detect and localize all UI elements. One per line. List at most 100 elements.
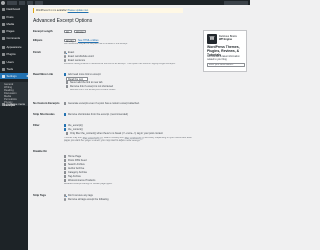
- filter-content-checkbox[interactable]: [64, 128, 67, 131]
- finish-exact-radio[interactable]: [64, 51, 68, 55]
- new-content-menu[interactable]: [35, 0, 43, 5]
- disable-tag-archive-checkbox[interactable]: [64, 175, 67, 178]
- page-icon: [2, 29, 5, 33]
- strip-tags-label: Strip Tags: [33, 194, 46, 197]
- strip-shortcodes-text: Remove shortcodes from the excerpt. (rec…: [68, 113, 129, 116]
- excerpt-length-label: Excerpt Length: [33, 30, 53, 33]
- sidebar-item-posts[interactable]: Posts: [0, 14, 28, 20]
- sidebar-item-label: Settings: [6, 73, 17, 78]
- sidebar-item-settings[interactable]: Settings: [0, 73, 28, 79]
- disable-option-label: Tag Archive: [68, 175, 81, 178]
- strip-tags-none-radio[interactable]: [64, 194, 68, 198]
- disable-on-description: Disables excerpt filtering for certain p…: [64, 183, 113, 185]
- excerpt-length-input[interactable]: 40: [64, 29, 72, 33]
- sidebar-item-appearance[interactable]: Appearance: [0, 44, 28, 50]
- brand-logo-icon: W: [207, 34, 217, 44]
- finish-option-label: Exact word/whole word: [68, 55, 94, 58]
- disable-option-label: Author Archive: [68, 167, 85, 170]
- sidebar-item-tools[interactable]: Tools: [0, 66, 28, 72]
- read-more-description: Remove link if the whole post content sh…: [70, 89, 116, 91]
- widget-text: Get tutorials & latest information relat…: [207, 56, 240, 61]
- admin-bar: [0, 0, 250, 5]
- sidebar-item-label: Appearance: [6, 44, 22, 49]
- filter-no-break-checkbox[interactable]: [66, 132, 69, 135]
- disable-woocommerce-products-checkbox[interactable]: [64, 179, 67, 182]
- page-title: Advanced Excerpt Options: [33, 18, 93, 24]
- disable-option-label: Category Archive: [68, 171, 88, 174]
- strip-tags-except-radio[interactable]: [64, 198, 67, 201]
- account-menu[interactable]: [224, 0, 248, 5]
- excerpt-length-unit-select[interactable]: Words: [74, 29, 86, 33]
- new-tab-label: Never add the link to new tab: [70, 81, 103, 84]
- wordpress-logo-icon[interactable]: [1, 0, 5, 5]
- sidebar-item-label: Dashboard: [6, 6, 21, 11]
- finish-label: Finish: [33, 51, 41, 54]
- sidebar-item-label: Media: [6, 21, 15, 26]
- sidebar-item-pages[interactable]: Pages: [0, 28, 28, 34]
- strip-shortcodes-checkbox[interactable]: [64, 113, 67, 116]
- finish-description: Prevents cutting a word or sentence at t…: [64, 63, 176, 65]
- filter-excerpt-checkbox[interactable]: [64, 124, 67, 127]
- update-now-link[interactable]: Please update now.: [68, 9, 89, 12]
- disable-option-label: Woocommerce Products: [68, 179, 96, 182]
- comment-icon: [2, 36, 5, 40]
- disable-category-archive-checkbox[interactable]: [64, 171, 67, 174]
- sidebar-item-label: Users: [6, 59, 14, 64]
- no-custom-excerpts-label: No Custom Excerpts: [33, 102, 60, 105]
- filter-label: Filter: [33, 124, 40, 127]
- brand-line2: WP Engine: [219, 37, 233, 41]
- sidebar-item-label: Tools: [6, 66, 14, 71]
- ellipsis-description: Will substitute the part of the post tha…: [64, 43, 128, 45]
- filter-desc-part: Themes may use: [64, 137, 82, 139]
- users-icon: [2, 60, 5, 64]
- strip-shortcodes-label: Strip Shortcodes: [33, 113, 55, 116]
- new-tab-checkbox[interactable]: [66, 81, 69, 84]
- dashboard-icon: [2, 7, 5, 11]
- collapse-menu-button[interactable]: Collapse menu: [0, 101, 28, 107]
- comments-menu[interactable]: [27, 0, 33, 5]
- sidebar-item-users[interactable]: Users: [0, 59, 28, 65]
- read-more-link-label: Read More Link: [33, 73, 54, 76]
- disable-on-label: Disable On: [33, 150, 48, 153]
- disable-search-archive-checkbox[interactable]: [64, 163, 67, 166]
- html-entities-link[interactable]: See HTML entities: [78, 39, 98, 42]
- site-name-menu[interactable]: [7, 0, 17, 5]
- disable-home-page-checkbox[interactable]: [64, 155, 67, 158]
- media-icon: [2, 22, 5, 26]
- sidebar-item-dashboard[interactable]: Dashboard: [0, 6, 28, 12]
- strip-tags-option-label: Don't remove any tags: [68, 194, 93, 197]
- updates-menu[interactable]: [19, 0, 25, 5]
- plugin-icon: [2, 52, 5, 56]
- sidebar-item-label: Posts: [6, 14, 14, 19]
- add-read-more-label: Add read more link to excerpt: [68, 73, 101, 76]
- sidebar-item-comments[interactable]: Comments: [0, 35, 28, 41]
- admin-sidebar: Dashboard Posts Media Pages Comments App…: [0, 5, 28, 250]
- pin-icon: [2, 15, 5, 19]
- email-input[interactable]: Enter your email address: [207, 63, 245, 67]
- sidebar-item-label: Pages: [6, 28, 15, 33]
- ellipsis-input[interactable]: &hellip;: [64, 38, 76, 42]
- sidebar-item-media[interactable]: Media: [0, 21, 28, 27]
- sidebar-item-plugins[interactable]: Plugins: [0, 51, 28, 57]
- sidebar-item-label: Plugins: [6, 51, 16, 56]
- disable-option-label: Search Archive: [68, 163, 85, 166]
- no-custom-excerpts-checkbox[interactable]: [64, 102, 67, 105]
- add-read-more-checkbox[interactable]: [64, 73, 67, 76]
- disable-rss-feed-checkbox[interactable]: [64, 159, 67, 162]
- filter-no-break-label: Only filter the_content() when there's n…: [70, 132, 163, 135]
- disable-author-archive-checkbox[interactable]: [64, 167, 67, 170]
- disable-option-label: Home Page: [68, 155, 82, 158]
- excerpt-code: the_excerpt(): [82, 137, 102, 141]
- finish-sentence-radio[interactable]: [64, 59, 67, 62]
- ellipsis-label: Ellipsis: [33, 39, 43, 42]
- no-custom-excerpts-text: Generate excerpts even if a post has a c…: [68, 102, 140, 105]
- disable-option-label: Posts RSS Feed: [68, 159, 87, 162]
- filter-excerpt-label: the_excerpt(): [68, 124, 83, 127]
- settings-icon: [2, 74, 5, 78]
- remove-link-checkbox[interactable]: [66, 85, 69, 88]
- finish-option-label: Exact sentence: [68, 59, 86, 62]
- strip-tags-option-label: Remove all tags except the following: [68, 198, 109, 201]
- promo-widget: W Delicious Brains WP Engine WordPress T…: [203, 30, 247, 72]
- finish-word-radio[interactable]: [64, 55, 67, 58]
- finish-option-label: Exact: [68, 51, 75, 54]
